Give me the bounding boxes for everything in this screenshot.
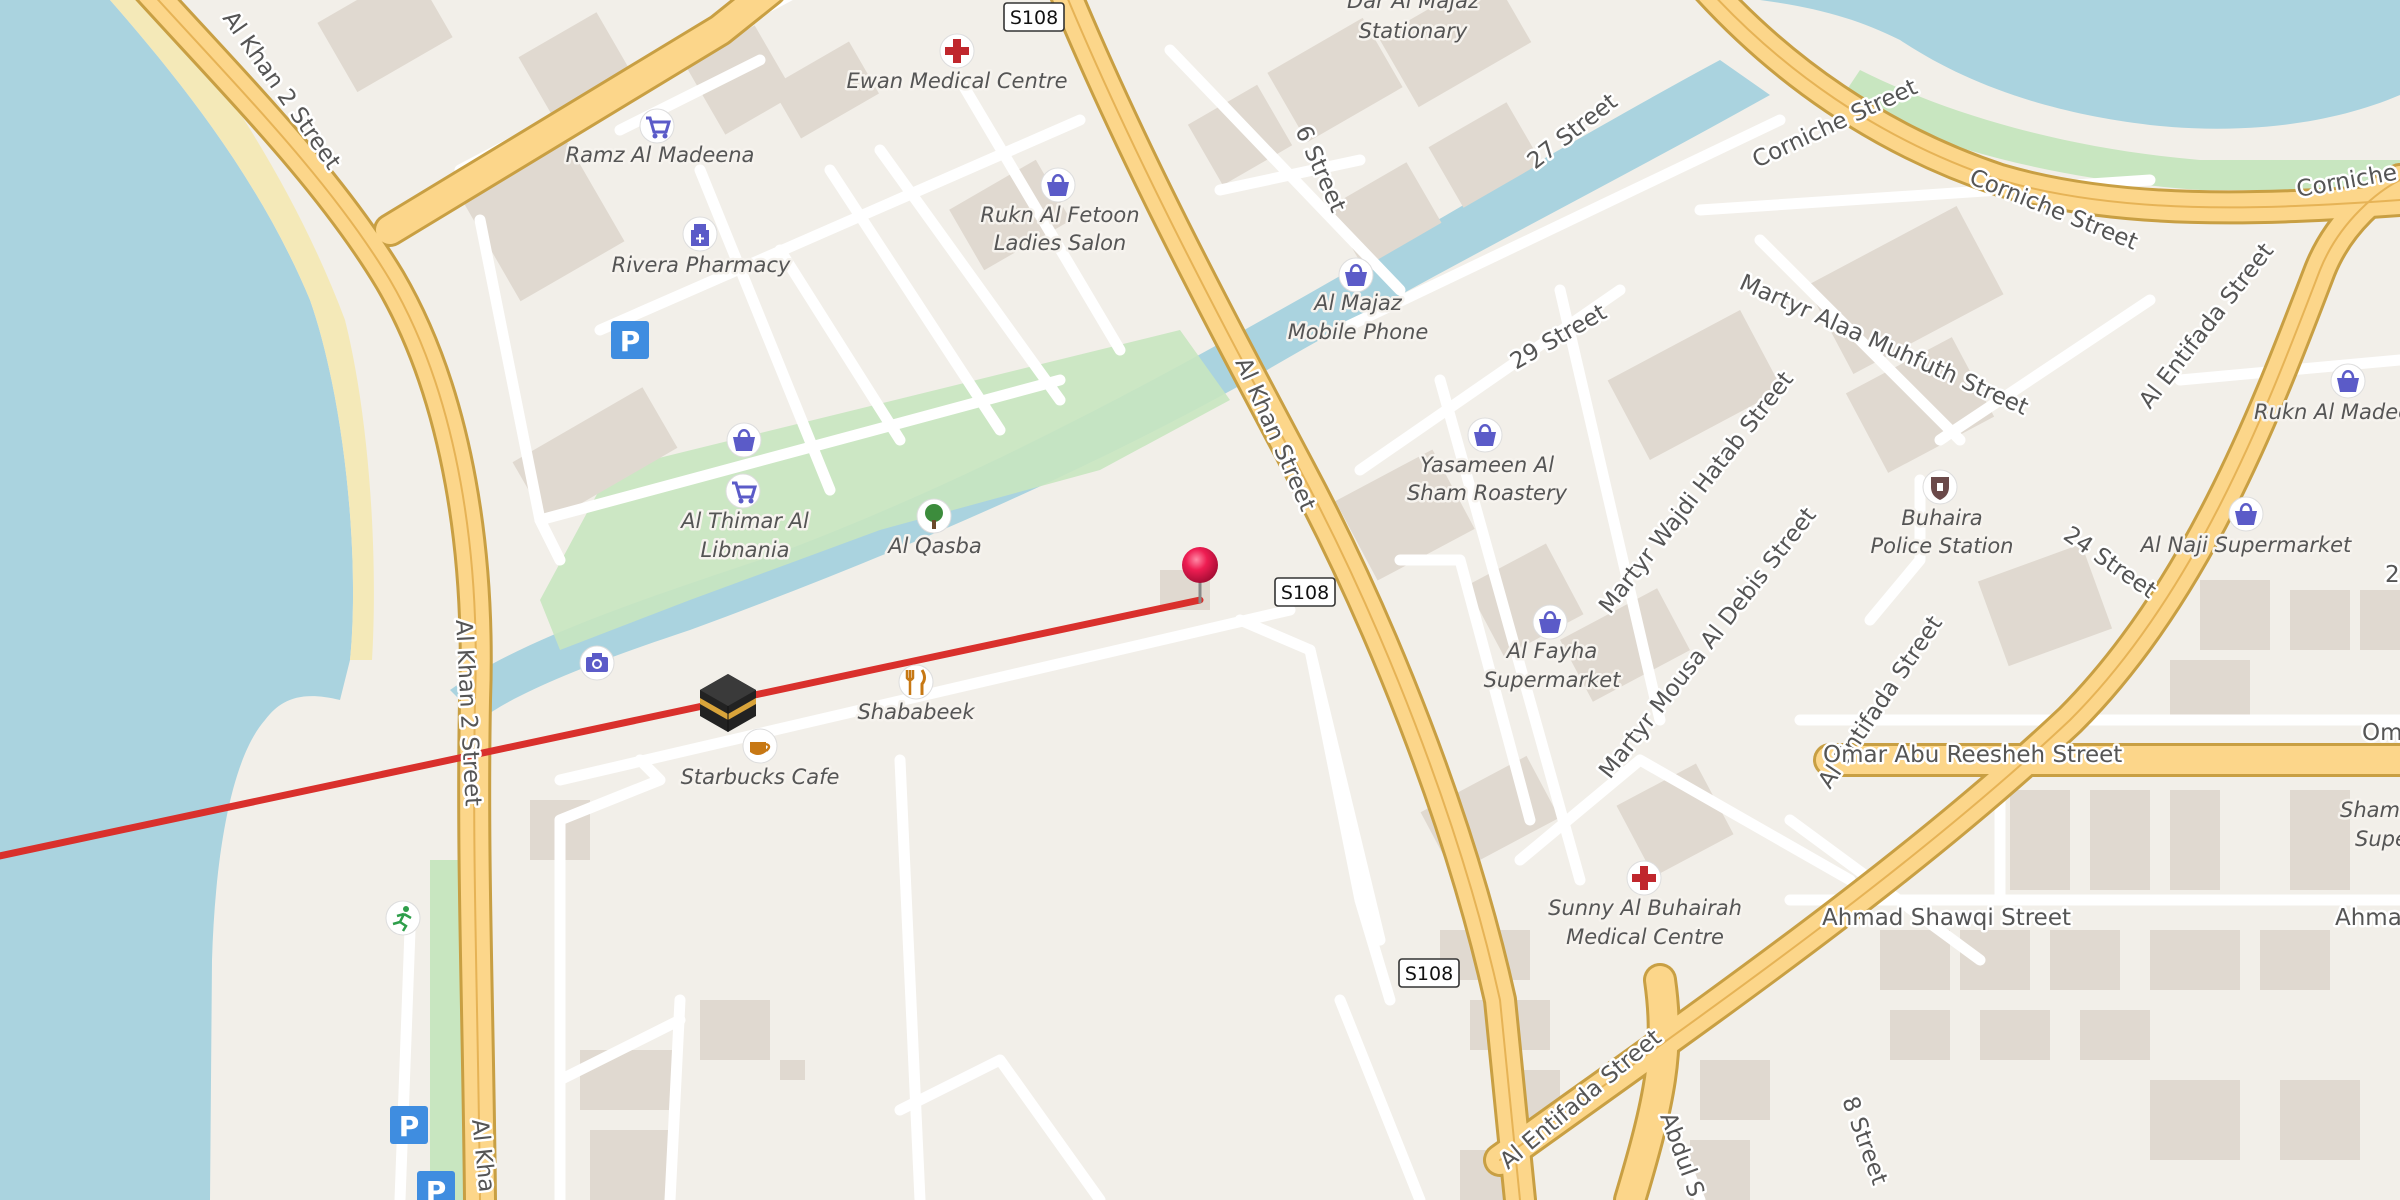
medical-cross-icon[interactable] <box>939 33 975 69</box>
shopping-bag-icon[interactable] <box>2228 496 2264 532</box>
shopping-bag-icon[interactable] <box>1040 167 1076 203</box>
cafe-cup-icon[interactable] <box>742 728 778 764</box>
poi-label-naji: Al Naji Supermarket <box>2139 533 2352 557</box>
svg-text:S108: S108 <box>1405 963 1453 985</box>
poi-label-starbucks: Starbucks Cafe <box>681 765 840 789</box>
svg-text:P: P <box>620 325 641 358</box>
park-tree-icon[interactable] <box>916 498 952 534</box>
camera-icon[interactable] <box>579 645 615 681</box>
poi-label-rukn-fetoon-2: Ladies Salon <box>994 231 1126 255</box>
shopping-bag-icon[interactable] <box>726 422 762 458</box>
street-label: 2 <box>2385 562 2400 588</box>
poi-label-thimar-1: Al Thimar Al <box>679 509 809 533</box>
shopping-cart-icon[interactable] <box>639 108 675 144</box>
poi-label-qasba: Al Qasba <box>886 534 981 558</box>
poi-label-sunny-2: Medical Centre <box>1566 925 1724 949</box>
svg-text:S108: S108 <box>1010 7 1058 29</box>
poi-label-fayha-1: Al Fayha <box>1505 639 1597 663</box>
svg-text:P: P <box>426 1175 447 1200</box>
poi-label-buhaira-police-1: Buhaira <box>1901 506 1982 530</box>
poi-label-sunny-1: Sunny Al Buhairah <box>1548 896 1742 920</box>
poi-label-fayha-2: Supermarket <box>1484 668 1622 692</box>
poi-label-yasameen-1: Yasameen Al <box>1420 453 1554 477</box>
route-shield: S108 <box>1398 958 1460 988</box>
street-label: Omar Abu Reesheh Street <box>1823 742 2122 768</box>
poi-label-rukn-fetoon-1: Rukn Al Fetoon <box>980 203 1139 227</box>
poi-label-ewan: Ewan Medical Centre <box>846 69 1067 93</box>
poi-label-rukn-madeena: Rukn Al Madee <box>2254 400 2400 424</box>
fitness-runner-icon[interactable] <box>385 900 421 936</box>
poi-label-shams-1: Shams <box>2340 798 2400 822</box>
poi-label-majaz-mobile-2: Mobile Phone <box>1288 320 1429 344</box>
shopping-bag-icon[interactable] <box>1532 604 1568 640</box>
poi-label-rivera: Rivera Pharmacy <box>612 253 791 277</box>
parking-icon[interactable]: P <box>390 1106 428 1144</box>
parking-icon[interactable]: P <box>611 321 649 359</box>
poi-label-shams-2: Super <box>2355 827 2400 851</box>
poi-label-buhaira-police-2: Police Station <box>1871 534 2014 558</box>
restaurant-fork-knife-icon[interactable] <box>898 664 934 700</box>
street-label: Ahmad Shawqi Street <box>1822 905 2071 931</box>
poi-label-dar-majaz-1: Dar Al Majaz <box>1347 0 1480 13</box>
shopping-cart-icon[interactable] <box>725 473 761 509</box>
map-canvas[interactable]: S108 S108 S108 P P P Ewan Medical Centre… <box>0 0 2400 1200</box>
parking-icon[interactable]: P <box>417 1171 455 1200</box>
police-icon[interactable] <box>1922 469 1958 505</box>
route-shield: S108 <box>1274 577 1336 607</box>
shopping-bag-icon[interactable] <box>1338 257 1374 293</box>
street-label: Om <box>2362 720 2400 746</box>
poi-label-thimar-2: Libnania <box>700 538 789 562</box>
medical-cross-icon[interactable] <box>1626 860 1662 896</box>
poi-label-shababeek: Shababeek <box>857 700 975 724</box>
pharmacy-icon[interactable] <box>682 216 718 252</box>
poi-label-majaz-mobile-1: Al Majaz <box>1312 291 1403 315</box>
route-shield: S108 <box>1003 2 1065 32</box>
poi-label-ramz: Ramz Al Madeena <box>566 143 755 167</box>
map-view[interactable]: S108 S108 S108 P P P Ewan Medical Centre… <box>0 0 2400 1200</box>
shopping-bag-icon[interactable] <box>2330 363 2366 399</box>
street-label: Ahmac <box>2335 905 2400 931</box>
poi-label-dar-majaz-2: Stationary <box>1359 19 1468 43</box>
svg-text:S108: S108 <box>1281 582 1329 604</box>
poi-label-yasameen-2: Sham Roastery <box>1407 481 1568 505</box>
shopping-bag-icon[interactable] <box>1467 417 1503 453</box>
svg-text:P: P <box>399 1110 420 1143</box>
